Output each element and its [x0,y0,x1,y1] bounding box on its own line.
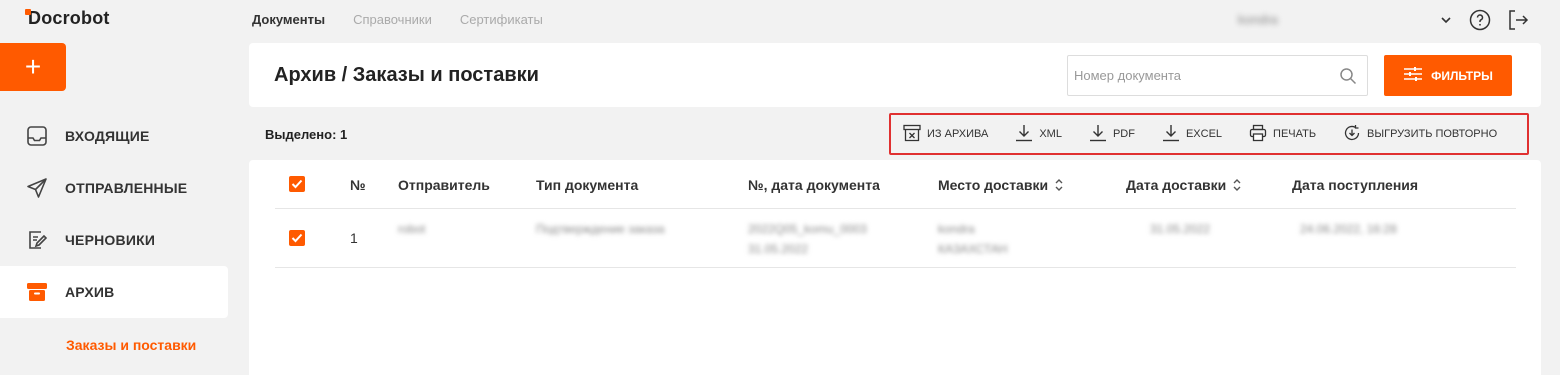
tab-documents[interactable]: Документы [252,12,325,27]
doc-number: 2022Q05_komu_0003 [748,222,867,236]
cell-delivery-date: 31.05.2022 [1150,222,1211,236]
sort-icon[interactable] [1232,178,1242,192]
sidebar-item-label: ЧЕРНОВИКИ [65,232,156,248]
logout-icon[interactable] [1506,8,1530,37]
search-input[interactable] [1074,68,1324,83]
reexport-button[interactable]: ВЫГРУЗИТЬ ПОВТОРНО [1343,124,1497,145]
cell-delivery-place: kondra КАЗАХСТАН [938,219,1008,259]
top-nav: Документы Справочники Сертификаты [252,12,543,27]
sidebar: Docrobot + ВХОДЯЩИЕ ОТПРАВЛЕННЫЕ ЧЕРНОВИ… [0,0,238,375]
unarchive-button[interactable]: ИЗ АРХИВА [903,124,988,145]
sidebar-item-inbox[interactable]: ВХОДЯЩИЕ [0,110,228,162]
cell-doc-type: Подтверждение заказа [536,222,665,236]
documents-table: № Отправитель Тип документа №, дата доку… [249,160,1541,375]
top-icons [1438,8,1530,37]
filters-button[interactable]: ФИЛЬТРЫ [1384,55,1512,96]
add-button[interactable]: + [0,43,66,91]
pdf-label: PDF [1112,128,1135,140]
inbox-icon [26,125,48,147]
sidebar-item-label: ВХОДЯЩИЕ [65,128,150,144]
filters-label: ФИЛЬТРЫ [1431,68,1493,83]
logo-text: Docrobot [28,8,110,28]
sidebar-item-label: АРХИВ [65,284,115,300]
unarchive-label: ИЗ АРХИВА [927,128,989,140]
selected-count: Выделено: 1 [265,127,348,142]
header-divider [275,208,1516,209]
reexport-label: ВЫГРУЗИТЬ ПОВТОРНО [1367,128,1498,140]
column-header-label: Место доставки [938,177,1049,193]
place-country: КАЗАХСТАН [938,242,1008,256]
search-icon[interactable] [1339,67,1357,90]
tab-certificates[interactable]: Сертификаты [460,12,543,27]
select-all-checkbox[interactable] [289,176,305,192]
logo[interactable]: Docrobot [28,8,110,29]
check-icon [291,233,303,243]
action-toolbar: ИЗ АРХИВА XML PDF EXCEL ПЕЧАТЬ ВЫГРУЗИТЬ… [889,113,1529,155]
sidebar-item-sent[interactable]: ОТПРАВЛЕННЫЕ [0,162,228,214]
draft-icon [26,229,48,251]
excel-button[interactable]: EXCEL [1162,124,1222,145]
page-title: Архив / Заказы и поставки [274,64,539,86]
column-header-label: Дата доставки [1126,177,1227,193]
tab-references[interactable]: Справочники [353,12,432,27]
filter-icon [1403,65,1423,86]
place-name: kondra [938,222,975,236]
column-header-sender[interactable]: Отправитель [398,177,490,193]
print-button[interactable]: ПЕЧАТЬ [1249,124,1316,145]
archive-icon [26,281,48,303]
user-name[interactable]: kondra [1238,12,1278,27]
chevron-down-icon[interactable] [1438,9,1454,36]
unarchive-icon [903,124,921,145]
xml-label: XML [1039,128,1062,140]
sidebar-item-label: ОТПРАВЛЕННЫЕ [65,180,188,196]
row-number: 1 [350,230,358,246]
download-icon [1089,124,1107,145]
sort-icon[interactable] [1054,178,1064,192]
search-field[interactable] [1067,55,1368,96]
cell-doc-number: 2022Q05_komu_0003 31.05.2022 [748,219,867,259]
row-checkbox[interactable] [289,230,305,246]
sidebar-subitem-orders[interactable]: Заказы и поставки [66,337,196,353]
cell-sender: robot [398,222,426,236]
column-header-doc-number-date[interactable]: №, дата документа [748,177,880,193]
column-header-delivery-place[interactable]: Место доставки [938,177,1064,193]
print-icon [1249,124,1267,145]
xml-button[interactable]: XML [1015,124,1062,145]
send-icon [26,177,48,199]
cell-received-date: 24.06.2022, 16:28 [1300,222,1397,236]
pdf-button[interactable]: PDF [1089,124,1135,145]
sidebar-item-archive[interactable]: АРХИВ [0,266,228,318]
doc-date: 31.05.2022 [748,242,809,256]
column-header-doc-type[interactable]: Тип документа [536,177,638,193]
reexport-icon [1343,124,1361,145]
column-header-received-date[interactable]: Дата поступления [1292,177,1418,193]
print-label: ПЕЧАТЬ [1273,128,1317,140]
excel-label: EXCEL [1185,128,1223,140]
check-icon [291,179,303,189]
download-icon [1015,124,1033,145]
row-divider [275,267,1516,268]
sidebar-item-drafts[interactable]: ЧЕРНОВИКИ [0,214,228,266]
column-header-number[interactable]: № [350,177,366,193]
help-icon[interactable] [1468,8,1492,37]
column-header-delivery-date[interactable]: Дата доставки [1126,177,1242,193]
header-card: Архив / Заказы и поставки ФИЛЬТРЫ [249,43,1541,107]
download-icon [1162,124,1180,145]
